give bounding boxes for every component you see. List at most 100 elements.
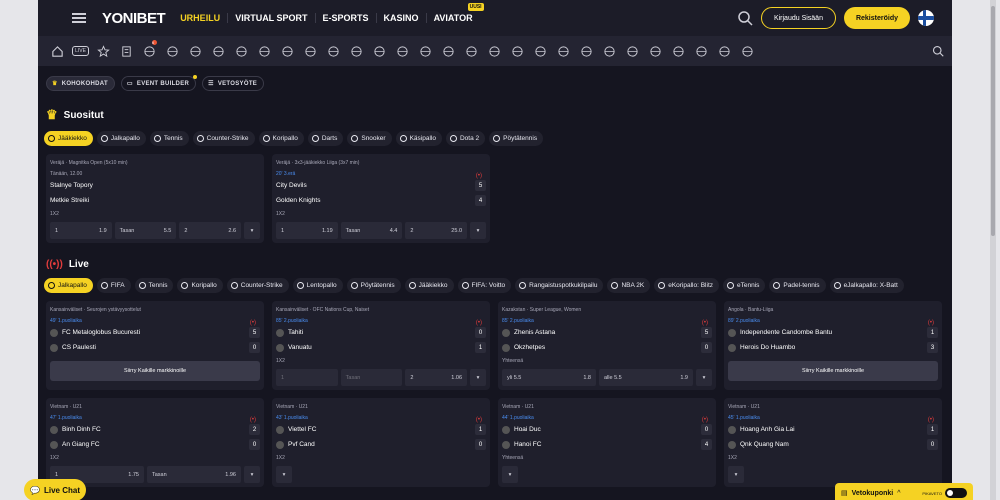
all-markets-button[interactable]: Siirry Kaikille markkinoille [50, 361, 260, 381]
match-card[interactable]: Vietnam · U21 44' 1.puoliaika (•) Hoai Duc 0… [498, 398, 716, 487]
waterpolo-sport-icon[interactable] [621, 36, 644, 66]
live-stream-icon[interactable]: (•) [928, 417, 934, 423]
live-chat-button[interactable]: 💬 Live Chat [24, 479, 86, 500]
betslip-bar[interactable]: ▤ Vetokuponki ^ PIKAVETO [835, 483, 973, 500]
horse-racing-sport-icon[interactable] [644, 36, 667, 66]
sport-chip[interactable]: Pöytätennis [346, 278, 401, 293]
search-icon[interactable] [737, 10, 753, 26]
odds-button[interactable]: 2 1.06 [405, 369, 468, 386]
sport-chip[interactable]: Rangaistuspotkukilpailu [515, 278, 604, 293]
sport-chip[interactable]: Koripallo [177, 278, 223, 293]
sport-chip[interactable]: Tennis [134, 278, 174, 293]
sport-chip[interactable]: eKoripallo: Blitz [654, 278, 720, 293]
nav-urheilu[interactable]: URHEILU [173, 13, 227, 23]
sport-chip[interactable]: Jalkapallo [44, 278, 93, 293]
odds-button[interactable]: 1 1.19 [276, 222, 338, 239]
sport-chip[interactable]: eTennis [723, 278, 766, 293]
scrollbar-thumb[interactable] [991, 6, 995, 236]
badminton-sport-icon[interactable] [529, 36, 552, 66]
live-stream-icon[interactable]: (•) [476, 320, 482, 326]
more-odds-button[interactable]: ▾ [696, 369, 712, 386]
match-card[interactable]: Kansainväliset · Seurojen ystävyysottelu… [46, 301, 264, 390]
esports-sport-icon[interactable] [368, 36, 391, 66]
quickbet-toggle[interactable]: PIKAVETO [922, 488, 967, 498]
darts-sport-icon[interactable] [345, 36, 368, 66]
live-stream-icon[interactable]: (•) [250, 417, 256, 423]
betslip-history-icon[interactable] [115, 36, 138, 66]
live-stream-icon[interactable]: (•) [476, 417, 482, 423]
more-odds-button[interactable]: ▾ [502, 466, 518, 483]
odds-button[interactable]: alle 5.5 1.9 [599, 369, 693, 386]
all-markets-button[interactable]: Siirry Kaikille markkinoille [728, 361, 938, 381]
mma-sport-icon[interactable] [391, 36, 414, 66]
finland-flag-icon[interactable] [918, 10, 934, 26]
match-card[interactable]: Kansainväliset · OFC Nations Cup, Naiset… [272, 301, 490, 390]
live-stream-icon[interactable]: (•) [250, 320, 256, 326]
golf-sport-icon[interactable] [322, 36, 345, 66]
logo[interactable]: YONIBET [102, 10, 166, 27]
cricket-sport-icon[interactable] [299, 36, 322, 66]
american-football-sport-icon[interactable] [598, 36, 621, 66]
hockey-sport-icon[interactable] [161, 36, 184, 66]
match-card[interactable]: Vietnam · U21 45' 1.puoliaika (•) Hoang Anh… [724, 398, 942, 487]
sport-chip[interactable]: Lentopallo [292, 278, 343, 293]
nav-virtual-sport[interactable]: VIRTUAL SPORT [227, 13, 314, 23]
sport-chip[interactable]: Jääkiekko [404, 278, 454, 293]
nav-kasino[interactable]: KASINO [375, 13, 426, 23]
chess-sport-icon[interactable] [552, 36, 575, 66]
register-button[interactable]: Rekisteröidy [843, 7, 910, 29]
sport-chip[interactable]: FIFA: Voitto [457, 278, 512, 293]
sport-chip[interactable]: eJalkapallo: X-Batt [829, 278, 904, 293]
nav-aviator[interactable]: AVIATOR UUSI [425, 3, 484, 23]
match-card[interactable]: Veräjä · 3x3-jääkiekko Liiga (3x7 min) 20… [272, 154, 490, 243]
sport-chip[interactable]: FIFA [96, 278, 131, 293]
live-stream-icon[interactable]: (•) [702, 320, 708, 326]
sport-chip[interactable]: Padel-tennis [769, 278, 826, 293]
handball-sport-icon[interactable] [230, 36, 253, 66]
sport-chip[interactable]: Tennis [149, 131, 189, 146]
football-sport-icon[interactable]: 6 [138, 36, 161, 66]
filter-kohokohdat[interactable]: ♛ KOHOKOHDAT [46, 76, 115, 91]
sport-chip[interactable]: Käsipallo [395, 131, 442, 146]
match-card[interactable]: Vietnam · U21 43' 1.puoliaika (•) Viettel F… [272, 398, 490, 487]
sport-search-icon[interactable] [932, 44, 944, 62]
sport-chip[interactable]: Darts [307, 131, 344, 146]
sport-chip[interactable]: NBA 2K [607, 278, 651, 293]
table-tennis-sport-icon[interactable] [506, 36, 529, 66]
sport-chip[interactable]: Jääkiekko [44, 131, 93, 146]
filter-vetosyote[interactable]: ☰ VETOSYÖTE [202, 76, 265, 91]
odds-button[interactable]: 2 2.6 [179, 222, 242, 239]
more-sport-icon[interactable] [736, 36, 759, 66]
snooker-sport-icon[interactable] [483, 36, 506, 66]
live-stream-icon[interactable]: (•) [476, 173, 482, 179]
sport-chip[interactable]: Snooker [347, 131, 392, 146]
odds-button[interactable]: 2 25.0 [405, 222, 468, 239]
futsal-sport-icon[interactable] [690, 36, 713, 66]
more-odds-button[interactable]: ▾ [728, 466, 744, 483]
home-icon[interactable] [46, 36, 69, 66]
odds-button[interactable]: 1 [276, 369, 338, 386]
odds-button[interactable]: Tasan 4.4 [340, 222, 403, 239]
cycling-sport-icon[interactable] [437, 36, 460, 66]
volleyball-sport-icon[interactable] [253, 36, 276, 66]
odds-button[interactable]: Tasan [340, 369, 403, 386]
sport-chip[interactable]: Pöytätennis [489, 131, 544, 146]
ski-sport-icon[interactable] [667, 36, 690, 66]
live-stream-icon[interactable]: (•) [928, 320, 934, 326]
formula-sport-icon[interactable] [575, 36, 598, 66]
boxing-sport-icon[interactable] [414, 36, 437, 66]
odds-button[interactable]: 1 1.9 [50, 222, 112, 239]
sport-chip[interactable]: Counter-Strike [226, 278, 289, 293]
more-odds-button[interactable]: ▾ [244, 466, 260, 483]
tennis-sport-icon[interactable] [184, 36, 207, 66]
odds-button[interactable]: yli 5.5 1.8 [502, 369, 596, 386]
match-card[interactable]: Vietnam · U21 47' 1.puoliaika (•) Binh Dinh… [46, 398, 264, 487]
match-card[interactable]: Veräjä · Magnitka Open (5x10 min) Tänään,… [46, 154, 264, 243]
more-odds-button[interactable]: ▾ [470, 369, 487, 386]
padel-sport-icon[interactable] [713, 36, 736, 66]
live-button[interactable]: LIVE [69, 36, 92, 66]
odds-button[interactable]: Tasan 5.5 [114, 222, 177, 239]
match-card[interactable]: Angola · Bantu-Liiga 89' 2.puoliaika (•) In… [724, 301, 942, 390]
more-odds-button[interactable]: ▾ [276, 466, 292, 483]
nav-e-sports[interactable]: E-SPORTS [314, 13, 376, 23]
